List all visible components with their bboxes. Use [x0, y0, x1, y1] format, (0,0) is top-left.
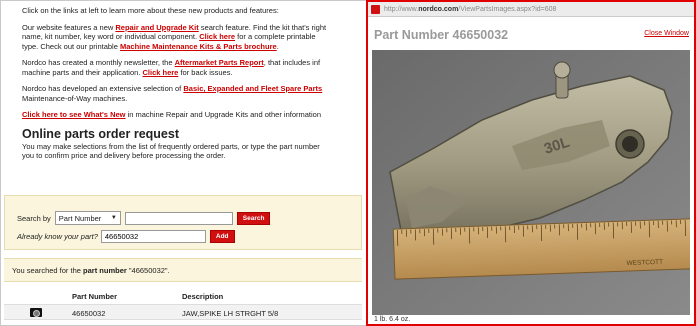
- spare-text-a: Nordco has developed an extensive select…: [22, 84, 184, 93]
- search-result-message: You searched for the part number "466500…: [4, 258, 362, 282]
- results-table: Part Number Description 46650032 JAW,SPI…: [4, 288, 362, 320]
- kit-text-line3a: type. Check out our printable: [22, 41, 120, 51]
- search-by-select[interactable]: Part Number ▼: [54, 211, 121, 225]
- brochure-link[interactable]: Machine Maintenance Kits & Parts brochur…: [120, 42, 277, 51]
- chevron-down-icon: ▼: [110, 215, 117, 221]
- intro-text: Click on the links at left to learn more…: [22, 6, 279, 15]
- search-input[interactable]: [124, 211, 233, 225]
- order-desc-line1: You may make selections from the list of…: [22, 141, 320, 151]
- cell-part-number: 46650032: [72, 309, 106, 318]
- ruler-brand-text: WESTCOTT: [626, 259, 663, 267]
- header-part-number: Part Number: [72, 292, 118, 301]
- ruler: WESTCOTT: [392, 218, 690, 280]
- newsletter-paragraph: Nordco has created a monthly newsletter,…: [22, 58, 362, 77]
- table-row[interactable]: 46650032 JAW,SPIKE LH STRGHT 5/8: [4, 304, 362, 320]
- newsletter-text-b: , that includes inf: [263, 58, 321, 67]
- whats-new-text: in machine Repair and Upgrade Kits and o…: [125, 110, 322, 119]
- kit-text-b: search feature. Find the kit that's righ…: [198, 22, 327, 32]
- kit-click-here-link[interactable]: Click here: [199, 32, 235, 41]
- kit-text-a: Our website features a new: [22, 22, 116, 32]
- part-number-input[interactable]: [100, 230, 206, 243]
- part-weight: 1 lb. 6.4 oz.: [374, 316, 411, 323]
- kit-text-line3b: .: [276, 41, 279, 51]
- order-desc-line2: you to confirm price and delivery before…: [22, 151, 226, 160]
- kit-text-line2a: name, kit number, key word or individual…: [22, 32, 200, 41]
- order-request-title: Online parts order request: [22, 126, 179, 141]
- newsletter-text-line2b: for back issues.: [178, 67, 233, 77]
- url-domain: nordco.com: [418, 5, 459, 13]
- spare-text-line2: Maintenance-of-Way machines.: [22, 93, 128, 103]
- search-row: Search by Part Number ▼ Search: [17, 211, 271, 225]
- popup-url: http://www.nordco.com/ViewPartsImages.as…: [384, 6, 556, 13]
- nordco-favicon-icon: [371, 4, 380, 14]
- newsletter-text-a: Nordco has created a monthly newsletter,…: [22, 58, 175, 67]
- cell-description: JAW,SPIKE LH STRGHT 5/8: [182, 309, 279, 318]
- already-know-label: Already know your part?: [17, 232, 98, 241]
- result-prefix: You searched for the: [12, 266, 84, 275]
- url-suffix: /ViewPartsImages.aspx?id=608: [458, 5, 557, 13]
- part-photo-svg: 30L WESTCOTT: [372, 50, 690, 315]
- result-suffix: "46650032".: [126, 266, 170, 275]
- table-header-row: Part Number Description: [4, 288, 362, 304]
- url-prefix: http://www.: [384, 5, 419, 13]
- order-request-description: You may make selections from the list of…: [22, 142, 362, 161]
- aftermarket-parts-report-link[interactable]: Aftermarket Parts Report: [175, 58, 264, 67]
- search-by-label: Search by: [17, 213, 51, 223]
- whats-new-paragraph: Click here to see What's New in machine …: [22, 110, 362, 120]
- add-button[interactable]: Add: [209, 230, 235, 243]
- part-photo: 30L WESTCOTT: [372, 50, 690, 315]
- popup-part-title: Part Number 46650032: [374, 28, 509, 42]
- add-part-row: Already know your part? Add: [17, 230, 235, 243]
- whats-new-link[interactable]: Click here to see What's New: [22, 110, 125, 119]
- newsletter-text-line2a: machine parts and their application.: [22, 67, 143, 77]
- camera-icon[interactable]: [30, 308, 42, 317]
- kit-paragraph: Our website features a new Repair and Up…: [22, 23, 362, 52]
- spare-parts-paragraph: Nordco has developed an extensive select…: [22, 84, 362, 103]
- result-bold: part number: [83, 266, 127, 275]
- repair-upgrade-kit-link[interactable]: Repair and Upgrade Kit: [115, 23, 198, 32]
- part-image-popup-window: http://www.nordco.com/ViewPartsImages.as…: [366, 0, 696, 326]
- close-window-link[interactable]: Close Window: [644, 30, 689, 37]
- popup-title-bar: http://www.nordco.com/ViewPartsImages.as…: [368, 2, 694, 17]
- search-panel: Search by Part Number ▼ Search Already k…: [4, 195, 362, 250]
- back-issues-link[interactable]: Click here: [143, 68, 179, 77]
- header-description: Description: [182, 292, 224, 301]
- kit-text-line2b: for a complete printable: [235, 32, 316, 41]
- search-by-selected-value: Part Number: [58, 213, 102, 223]
- search-button[interactable]: Search: [236, 211, 271, 225]
- spare-parts-link[interactable]: Basic, Expanded and Fleet Spare Parts: [183, 84, 322, 93]
